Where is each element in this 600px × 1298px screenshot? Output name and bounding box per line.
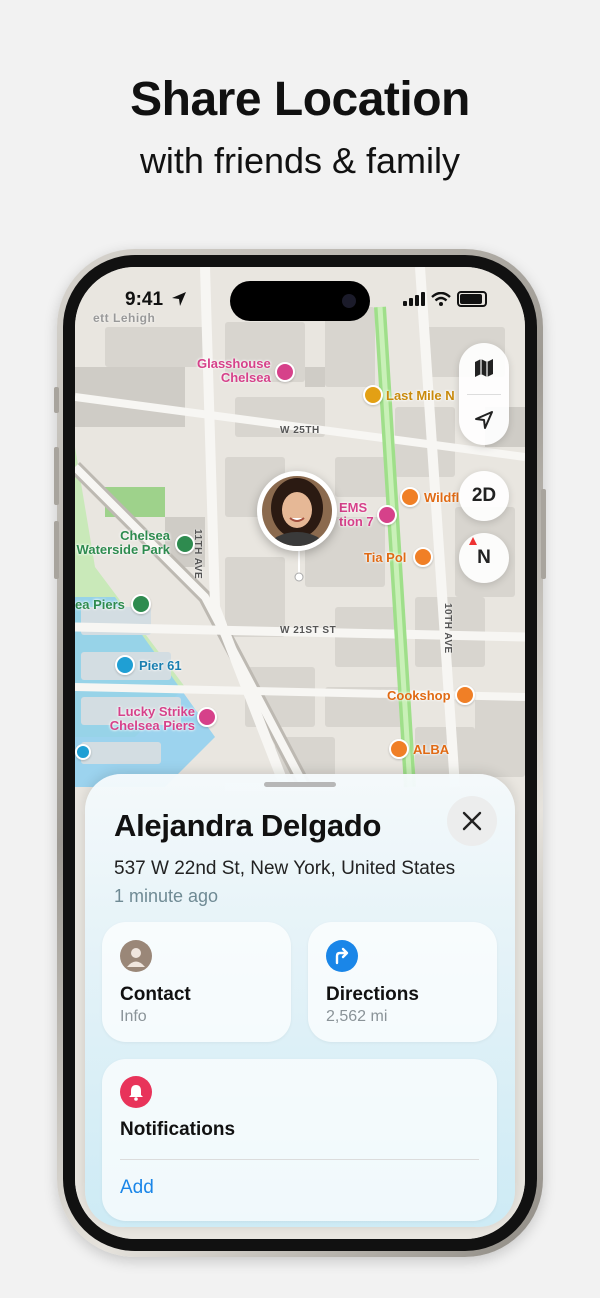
restaurant-icon [389,739,409,759]
contact-title: Contact [120,984,191,1005]
street-label-w25: W 25TH [280,425,320,436]
add-notification-button[interactable]: Add [120,1177,154,1199]
bike-icon [363,385,383,405]
car-icon [377,505,397,525]
bell-icon [120,1076,152,1108]
status-time: 9:41 [125,289,164,310]
street-label-10th-ave: 10TH AVE [442,603,453,654]
current-location-button[interactable] [459,395,509,445]
street-label-w21: W 21ST ST [280,625,337,636]
compass-needle-icon [469,537,477,545]
poi-label: Glasshouse Chelsea [197,356,271,385]
map-controls [459,343,509,445]
poi-label: Pier 61 [139,658,182,673]
divider [120,1159,479,1160]
person-name: Alejandra Delgado [114,808,382,843]
poi-label: Wildfl [424,490,460,505]
contact-info-card[interactable]: Contact Info [102,922,291,1042]
boat-icon [115,655,135,675]
avatar [262,476,332,546]
close-icon [462,811,482,831]
phone-frame: ett Lehigh W 25TH W 21ST ST 11TH AVE 10T… [54,249,546,1257]
poi-label: Cookshop [387,688,451,703]
map-icon [475,359,493,377]
last-updated: 1 minute ago [114,886,219,906]
close-button[interactable] [447,796,497,846]
power-button [541,489,546,579]
cellular-signal-icon [403,292,425,306]
restaurant-icon [455,685,475,705]
wifi-icon [431,292,451,306]
poi-label: Lucky Strike Chelsea Piers [109,704,195,733]
bowling-icon [197,707,217,727]
restaurant-icon [413,547,433,567]
view-2d-button[interactable]: 2D [459,471,509,521]
promo-subtitle: with friends & family [139,140,461,181]
action-button [54,387,59,413]
park-icon [175,534,195,554]
volume-down-button [54,521,59,579]
phone-screen: ett Lehigh W 25TH W 21ST ST 11TH AVE 10T… [75,267,525,1239]
restaurant-icon [400,487,420,507]
contact-subtitle: Info [120,1008,147,1025]
poi-label: ea Piers [75,597,125,612]
notifications-title: Notifications [120,1119,236,1140]
directions-title: Directions [326,984,419,1005]
poi-label: Last Mile N [386,388,455,403]
directions-icon [326,940,358,972]
poi-label: Tia Pol [364,550,407,565]
battery-icon [457,291,487,307]
directions-distance: 2,562 mi [326,1008,388,1025]
directions-card[interactable]: Directions 2,562 mi [308,922,497,1042]
compass-label: N [477,547,491,568]
location-address: 537 W 22nd St, New York, United States [114,858,456,879]
volume-up-button [54,447,59,505]
poi-label: EMS tion 7 [339,500,374,529]
friend-location-pin[interactable] [257,471,337,551]
street-label-11th-ave: 11TH AVE [192,529,203,580]
promo-title: Share Location [130,73,470,126]
location-arrow-icon [172,292,186,306]
map-mode-button[interactable] [459,343,509,393]
poi-label: Chelsea Waterside Park [76,528,170,557]
boat-icon[interactable] [75,744,91,760]
poi-label: ALBA [413,742,450,757]
sports-icon [131,594,151,614]
street-label-lehigh: ett Lehigh [93,311,156,325]
dynamic-island [230,281,370,321]
notifications-card: Notifications Add [102,1059,497,1221]
pin-icon [275,362,295,382]
person-icon [120,940,152,972]
compass-button[interactable]: N [459,533,509,583]
person-detail-sheet: Alejandra Delgado 537 W 22nd St, New Yor… [85,774,515,1227]
sheet-grabber[interactable] [264,782,336,787]
status-indicators [403,291,487,307]
location-arrow-outline-icon [475,411,493,429]
